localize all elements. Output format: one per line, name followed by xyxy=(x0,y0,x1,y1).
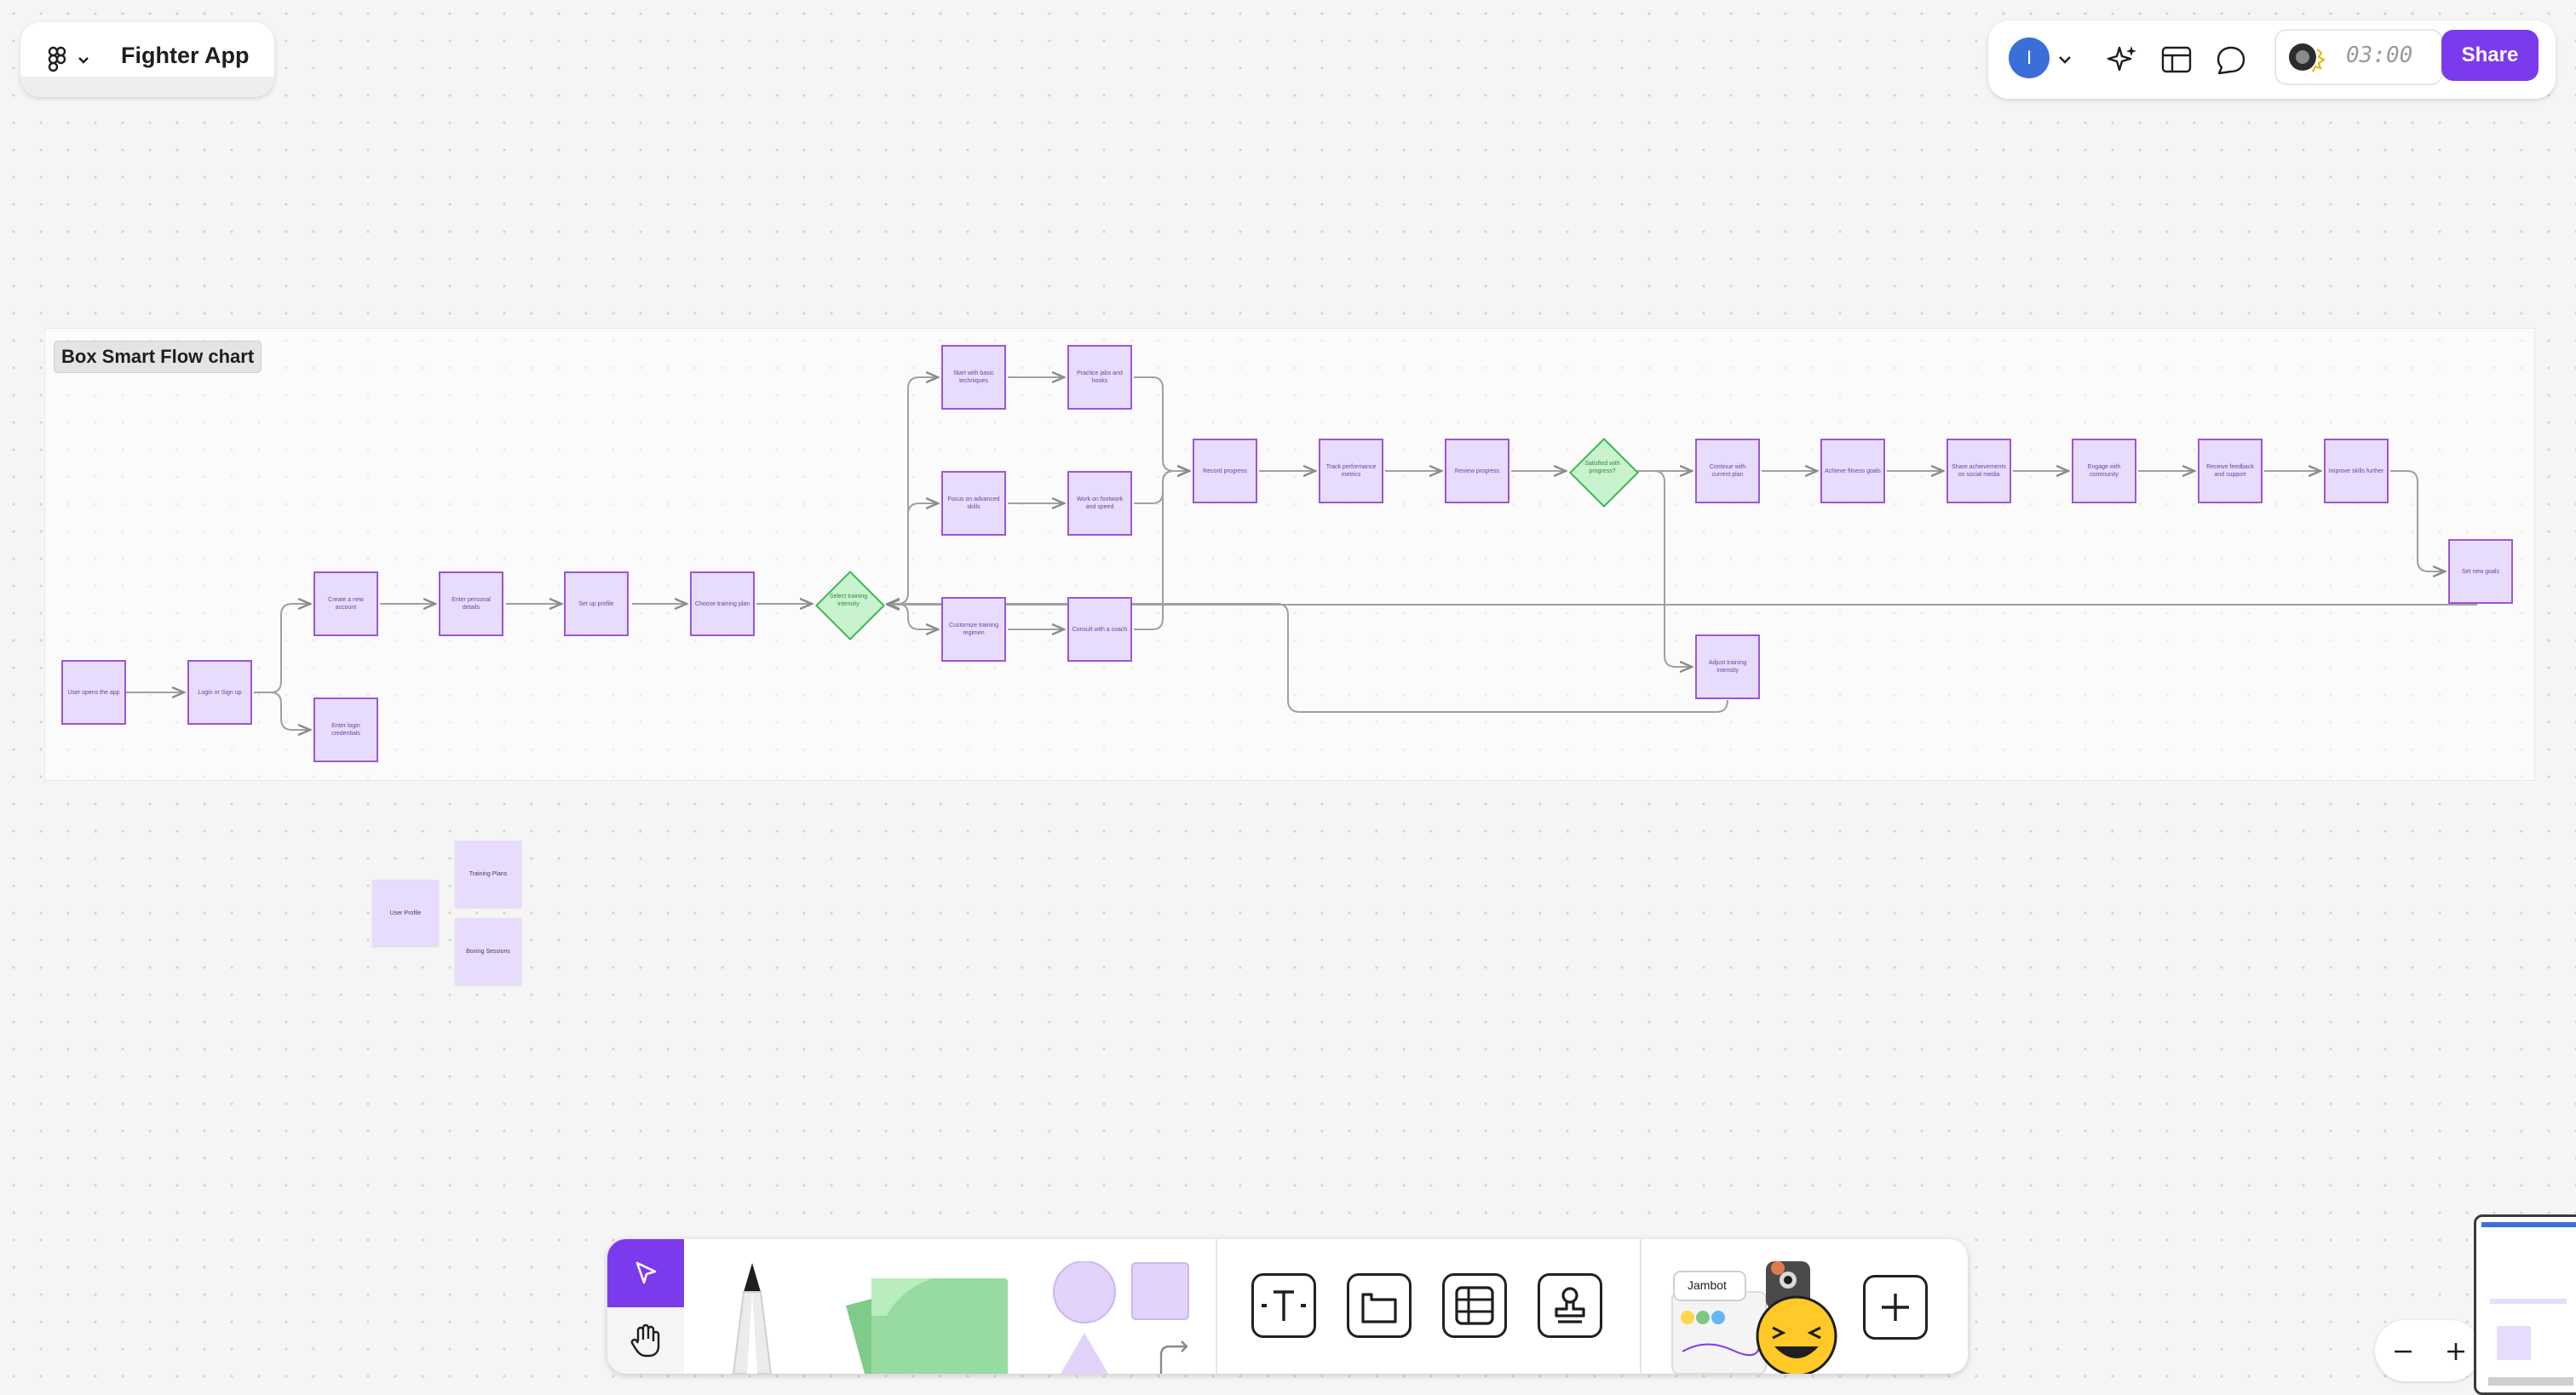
zoom-controls xyxy=(2375,1320,2481,1381)
connector xyxy=(888,604,1728,713)
connector-icon xyxy=(1159,1340,1188,1374)
connector xyxy=(1134,471,1189,630)
flow-node[interactable]: User opens the app xyxy=(61,660,126,725)
connector xyxy=(886,377,938,605)
shape-tool-button[interactable] xyxy=(1042,1261,1195,1374)
flow-node[interactable]: Receive feedback and support xyxy=(2198,439,2263,503)
flow-node[interactable]: Work on footwork and speed xyxy=(1067,471,1132,536)
text-tool-box xyxy=(1251,1273,1316,1338)
move-tool-button[interactable] xyxy=(607,1239,684,1307)
widgets-icon xyxy=(1671,1261,1837,1374)
flow-node[interactable]: Enter login credentials xyxy=(313,698,378,762)
flow-node[interactable]: Consult with a coach xyxy=(1067,597,1132,662)
connector xyxy=(1134,376,1189,471)
widgets-button[interactable]: Jambot xyxy=(1664,1256,1843,1374)
table-tool-box xyxy=(1442,1273,1507,1338)
flow-decision-label: Satisfied with progress? xyxy=(1584,461,1620,474)
minimap-stickies xyxy=(2497,1326,2531,1360)
flow-node[interactable]: Choose training plan xyxy=(690,571,755,636)
flow-node[interactable]: Review progress xyxy=(1445,439,1509,503)
flow-node[interactable]: Track performance metrics xyxy=(1319,439,1383,503)
flow-node[interactable]: Login or Sign up xyxy=(187,660,252,725)
minimap-topbar xyxy=(2481,1222,2576,1227)
table-icon xyxy=(1455,1286,1494,1325)
section-tool-box xyxy=(1347,1273,1412,1338)
flow-node[interactable]: Create a new account xyxy=(313,571,378,636)
flow-node[interactable]: Focus on advanced skills xyxy=(941,471,1006,536)
flowchart-connectors xyxy=(126,0,2477,1395)
sticky-note-tool-button[interactable] xyxy=(831,1265,1013,1374)
hand-icon xyxy=(630,1323,660,1358)
zoom-out-icon[interactable] xyxy=(2392,1340,2414,1363)
marker-tool-button[interactable] xyxy=(718,1261,786,1374)
section-tool-button[interactable] xyxy=(1347,1273,1412,1338)
connector xyxy=(1134,471,1189,504)
text-tool-button[interactable] xyxy=(1251,1273,1316,1338)
add-button-box xyxy=(1863,1275,1928,1340)
zoom-in-icon[interactable] xyxy=(2445,1340,2467,1363)
bottom-toolbar: Jambot xyxy=(607,1239,1968,1374)
table-tool-button[interactable] xyxy=(1442,1273,1507,1338)
flow-node[interactable]: Record progress xyxy=(1193,439,1257,503)
hand-tool-button[interactable] xyxy=(607,1307,684,1374)
flow-node[interactable]: Share achievements on social media xyxy=(1946,439,2011,503)
stamp-tool-button[interactable] xyxy=(1538,1273,1602,1338)
minimap-viewport-toolbar xyxy=(2488,1377,2573,1386)
minimap-flow xyxy=(2490,1299,2567,1304)
flow-node[interactable]: Start with basic techniques xyxy=(941,345,1006,410)
flow-node[interactable]: Set up profile xyxy=(564,571,629,636)
flow-node[interactable]: Achieve fitness goals xyxy=(1820,439,1885,503)
add-button[interactable] xyxy=(1863,1275,1928,1340)
toolbar-divider xyxy=(1640,1239,1642,1374)
connector xyxy=(254,604,310,693)
minimap[interactable] xyxy=(2474,1214,2576,1395)
stamp-icon xyxy=(1555,1287,1585,1323)
flow-node[interactable]: Enter personal details xyxy=(439,571,503,636)
sticky-note-icon xyxy=(846,1278,1008,1374)
connector xyxy=(254,692,310,730)
flow-node[interactable]: Improve skills further xyxy=(2324,439,2389,503)
marker-icon xyxy=(732,1263,773,1374)
flow-node[interactable]: Adjust training intensity xyxy=(1695,634,1760,699)
connector xyxy=(886,503,938,605)
section-icon xyxy=(1361,1293,1397,1323)
jambot-label: Jambot xyxy=(1688,1278,1727,1292)
sticky-note[interactable]: Boxing Sessions xyxy=(455,918,521,985)
sticky-note[interactable]: Training Plans xyxy=(455,841,521,907)
sticky-note[interactable]: User Profile xyxy=(372,880,439,946)
flow-node[interactable]: Continue with current plan xyxy=(1695,439,1760,503)
stamp-tool-box xyxy=(1538,1273,1602,1338)
toolbar-divider xyxy=(1216,1239,1217,1374)
connector xyxy=(2390,470,2445,571)
flow-node[interactable]: Engage with community xyxy=(2072,439,2136,503)
connector xyxy=(1636,470,1692,667)
text-icon xyxy=(1262,1290,1306,1321)
flow-decision-label: Select training intensity xyxy=(829,594,868,607)
connector xyxy=(886,603,938,629)
add-icon xyxy=(1882,1294,1909,1321)
flow-node[interactable]: Practice jabs and hooks xyxy=(1067,345,1132,410)
flow-node[interactable]: Set new goals xyxy=(2448,539,2513,604)
move-cursor-icon xyxy=(635,1261,657,1284)
flow-node[interactable]: Customize training regimen xyxy=(941,597,1006,662)
